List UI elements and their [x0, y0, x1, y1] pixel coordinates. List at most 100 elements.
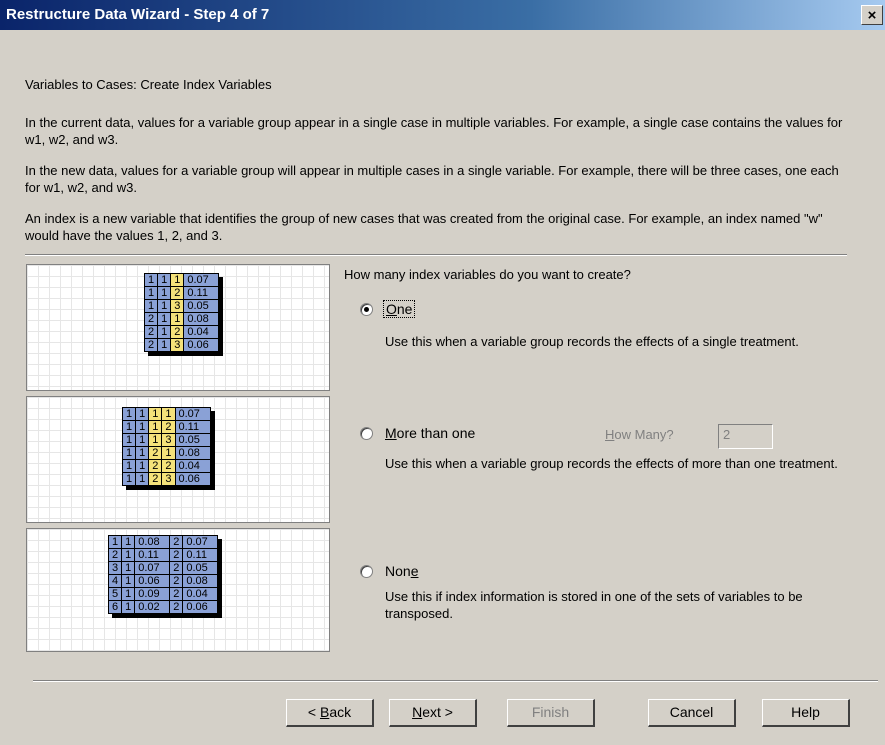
- radio-more-than-one[interactable]: [360, 427, 373, 440]
- finish-button[interactable]: Finish: [507, 699, 595, 727]
- paragraph-index: An index is a new variable that identifi…: [25, 211, 823, 243]
- option-more-than-one-label[interactable]: More than one: [385, 425, 475, 441]
- footer-separator: [33, 680, 878, 682]
- radio-none[interactable]: [360, 565, 373, 578]
- option-none-label[interactable]: None: [385, 563, 418, 579]
- diagram-row: 1 1 1 0.07: [143, 273, 220, 287]
- diagram-cell: 0.07: [174, 407, 211, 421]
- diagram-cell: 1: [121, 472, 137, 486]
- diagram-cell: 2: [107, 548, 123, 562]
- diagram-cell: 0.06: [182, 600, 219, 614]
- diagram-row: 2 1 1 0.08: [143, 312, 220, 326]
- back-button[interactable]: < Back: [286, 699, 374, 727]
- diagram-cell: 2: [169, 561, 184, 575]
- diagram-cell: 0.04: [182, 587, 219, 601]
- diagram-row: 4 1 0.06 2 0.08: [107, 574, 219, 588]
- diagram-cell: 3: [161, 472, 176, 486]
- option-one-description: Use this when a variable group records t…: [385, 334, 799, 349]
- option-more-than-one-description: Use this when a variable group records t…: [385, 456, 838, 471]
- diagram-cell: 1: [161, 446, 176, 460]
- diagram-cell: 2: [169, 535, 184, 549]
- next-button[interactable]: Next >: [389, 699, 477, 727]
- diagram-row: 1 1 0.08 2 0.07: [107, 535, 219, 549]
- diagram-cell: 1: [157, 286, 172, 300]
- diagram-cell: 1: [157, 312, 172, 326]
- radio-one[interactable]: [360, 303, 373, 316]
- diagram-row: 1 1 1 1 0.07: [121, 407, 211, 421]
- separator: [25, 254, 847, 256]
- diagram-cell: 2: [161, 459, 176, 473]
- diagram-cell: 2: [169, 587, 184, 601]
- diagram-cell: 1: [135, 420, 150, 434]
- diagram-row: 1 1 3 0.05: [143, 299, 220, 313]
- diagram-cell: 2: [169, 548, 184, 562]
- diagram-cell: 1: [157, 299, 172, 313]
- diagram-cell: 0.08: [174, 446, 211, 460]
- window-title: Restructure Data Wizard - Step 4 of 7: [6, 6, 270, 23]
- diagram-cell: 0.07: [182, 535, 219, 549]
- diagram-cell: 1: [121, 535, 136, 549]
- diagram-one-index: 1 1 1 0.07 1 1 2 0.11 1 1 3 0.05 2 1 1 0.08 2 1 2 0.04 2 1 3 0.…: [26, 264, 330, 391]
- diagram-row: 3 1 0.07 2 0.05: [107, 561, 219, 575]
- diagram-cell: 2: [161, 420, 176, 434]
- diagram-more-than-one-index: 1 1 1 1 0.07 1 1 1 2 0.11 1 1 1 3 0.05 1 1 2 1 0.08 1 1 2 2 0.04…: [26, 396, 330, 523]
- diagram-cell: 1: [157, 338, 172, 352]
- diagram-row: 5 1 0.09 2 0.04: [107, 587, 219, 601]
- diagram-cell: 2: [169, 600, 184, 614]
- cancel-button[interactable]: Cancel: [648, 699, 736, 727]
- diagram-cell: 1: [135, 459, 150, 473]
- diagram-cell: 1: [135, 472, 150, 486]
- diagram-cell: 1: [121, 561, 136, 575]
- diagram-cell: 0.11: [183, 286, 220, 300]
- diagram-cell: 2: [143, 325, 159, 339]
- paragraph-new-data: In the new data, values for a variable g…: [25, 163, 839, 195]
- diagram-table: 1 1 0.08 2 0.07 2 1 0.11 2 0.11 3 1 0.07 2 0.05 4 1 0.06 2…: [107, 535, 219, 614]
- diagram-cell: 0.11: [182, 548, 219, 562]
- diagram-cell: 1: [143, 273, 159, 287]
- diagram-cell: 5: [107, 587, 123, 601]
- diagram-row: 1 1 1 2 0.11: [121, 420, 211, 434]
- diagram-cell: 0.07: [183, 273, 220, 287]
- diagram-cell: 1: [157, 273, 172, 287]
- diagram-cell: 0.06: [134, 574, 171, 588]
- option-none-description: Use this if index information is stored …: [385, 589, 803, 621]
- diagram-cell: 0.08: [134, 535, 171, 549]
- diagram-cell: 1: [121, 446, 137, 460]
- diagram-cell: 2: [170, 286, 185, 300]
- diagram-cell: 0.02: [134, 600, 171, 614]
- diagram-cell: 1: [121, 548, 136, 562]
- how-many-label: How Many?: [605, 427, 674, 442]
- diagram-row: 2 1 0.11 2 0.11: [107, 548, 219, 562]
- option-one-label[interactable]: One: [383, 300, 416, 318]
- diagram-cell: 0.08: [182, 574, 219, 588]
- diagram-cell: 0.11: [134, 548, 171, 562]
- close-button[interactable]: ×: [861, 5, 883, 25]
- diagram-cell: 0.11: [174, 420, 211, 434]
- diagram-row: 2 1 2 0.04: [143, 325, 220, 339]
- diagram-cell: 1: [121, 587, 136, 601]
- diagram-cell: 1: [148, 420, 163, 434]
- diagram-cell: 2: [148, 472, 163, 486]
- diagram-cell: 0.08: [183, 312, 220, 326]
- diagram-cell: 3: [107, 561, 123, 575]
- diagram-cell: 0.05: [182, 561, 219, 575]
- diagram-cell: 3: [170, 299, 185, 313]
- diagram-cell: 0.07: [134, 561, 171, 575]
- diagram-cell: 3: [170, 338, 185, 352]
- diagram-cell: 1: [135, 433, 150, 447]
- how-many-input[interactable]: 2: [718, 424, 773, 449]
- diagram-cell: 0.09: [134, 587, 171, 601]
- diagram-cell: 6: [107, 600, 123, 614]
- diagram-cell: 0.06: [174, 472, 211, 486]
- diagram-cell: 2: [169, 574, 184, 588]
- diagram-cell: 1: [148, 407, 163, 421]
- diagram-row: 1 1 2 1 0.08: [121, 446, 211, 460]
- diagram-cell: 1: [135, 446, 150, 460]
- help-button[interactable]: Help: [762, 699, 850, 727]
- diagram-row: 6 1 0.02 2 0.06: [107, 600, 219, 614]
- diagram-cell: 1: [157, 325, 172, 339]
- diagram-cell: 1: [148, 433, 163, 447]
- diagram-cell: 2: [148, 446, 163, 460]
- diagram-cell: 0.05: [174, 433, 211, 447]
- diagram-cell: 2: [143, 312, 159, 326]
